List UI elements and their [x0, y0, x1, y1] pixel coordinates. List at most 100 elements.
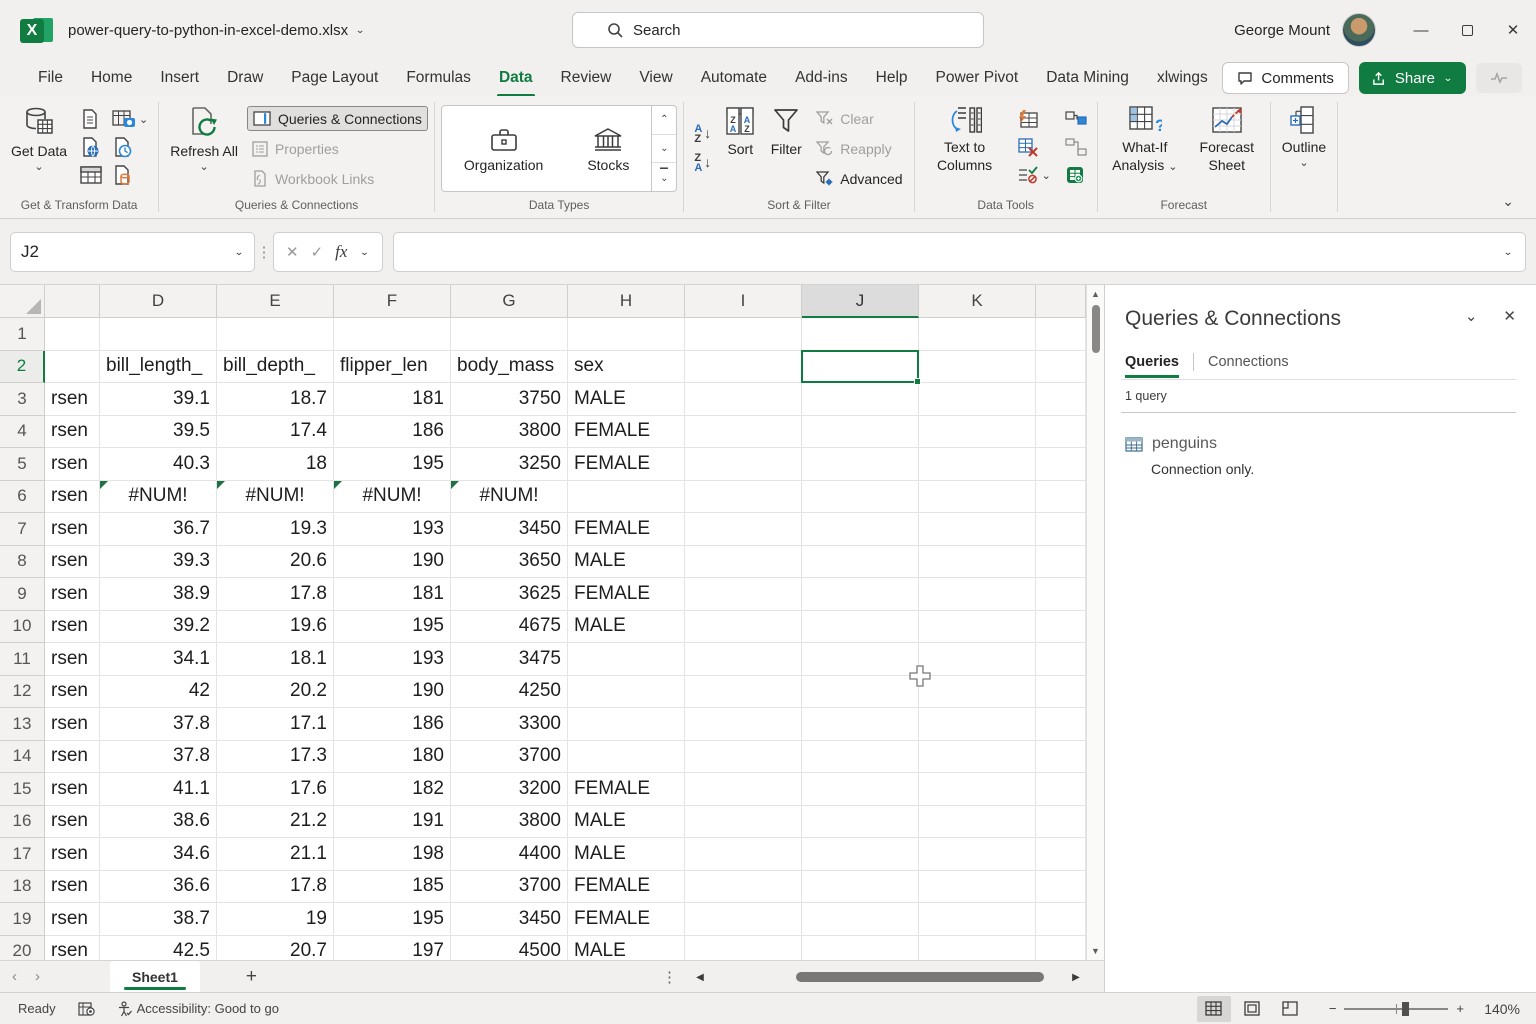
- column-header-I[interactable]: I: [685, 285, 802, 318]
- cell[interactable]: #NUM!: [334, 481, 451, 514]
- expand-formula-bar-icon[interactable]: ⌄: [1503, 246, 1513, 257]
- column-header-J[interactable]: J: [802, 285, 919, 318]
- cell[interactable]: [919, 936, 1036, 961]
- cell[interactable]: bill_depth_: [217, 351, 334, 384]
- from-web-button[interactable]: [80, 136, 102, 158]
- row-header-5[interactable]: 5: [0, 448, 45, 481]
- cell[interactable]: [919, 416, 1036, 449]
- cell[interactable]: [568, 741, 685, 774]
- cell[interactable]: MALE: [568, 838, 685, 871]
- cell[interactable]: rsen: [45, 773, 100, 806]
- cell[interactable]: FEMALE: [568, 416, 685, 449]
- cell[interactable]: [919, 903, 1036, 936]
- cell[interactable]: rsen: [45, 416, 100, 449]
- cell[interactable]: [802, 741, 919, 774]
- cell[interactable]: [919, 708, 1036, 741]
- cell[interactable]: 4500: [451, 936, 568, 961]
- cell[interactable]: rsen: [45, 546, 100, 579]
- cell[interactable]: 20.6: [217, 546, 334, 579]
- cell[interactable]: 19.6: [217, 611, 334, 644]
- activity-button[interactable]: [1476, 63, 1522, 93]
- cell[interactable]: [568, 708, 685, 741]
- cell[interactable]: [1036, 416, 1086, 449]
- cell[interactable]: 17.8: [217, 578, 334, 611]
- cell[interactable]: MALE: [568, 546, 685, 579]
- cell[interactable]: [919, 773, 1036, 806]
- cell[interactable]: 39.5: [100, 416, 217, 449]
- cell[interactable]: #NUM!: [217, 481, 334, 514]
- cell[interactable]: 17.8: [217, 871, 334, 904]
- gallery-up-button[interactable]: ⌃: [652, 106, 676, 135]
- cell[interactable]: 21.1: [217, 838, 334, 871]
- column-header-H[interactable]: H: [568, 285, 685, 318]
- cell[interactable]: 18.1: [217, 643, 334, 676]
- cell[interactable]: [685, 546, 802, 579]
- cell[interactable]: 3450: [451, 903, 568, 936]
- cell[interactable]: [1036, 838, 1086, 871]
- sort-descending-button[interactable]: ZA↓: [694, 153, 711, 174]
- from-table-range-button[interactable]: [80, 166, 102, 184]
- row-header-2[interactable]: 2: [0, 351, 45, 384]
- row-header-9[interactable]: 9: [0, 578, 45, 611]
- cell[interactable]: 20.2: [217, 676, 334, 709]
- cell[interactable]: 20.7: [217, 936, 334, 961]
- cell[interactable]: 3200: [451, 773, 568, 806]
- gallery-down-button[interactable]: ⌄: [652, 135, 676, 164]
- properties-button[interactable]: Properties: [247, 136, 428, 161]
- row-header-11[interactable]: 11: [0, 643, 45, 676]
- row-header-17[interactable]: 17: [0, 838, 45, 871]
- collapse-ribbon-button[interactable]: ⌄: [1502, 193, 1514, 210]
- scroll-left-icon[interactable]: ◀: [692, 972, 708, 983]
- cell[interactable]: 38.7: [100, 903, 217, 936]
- sheet-tab-menu[interactable]: ⋮: [662, 968, 677, 986]
- cell[interactable]: [685, 318, 802, 351]
- cell[interactable]: 193: [334, 643, 451, 676]
- cell[interactable]: rsen: [45, 611, 100, 644]
- cell[interactable]: 17.1: [217, 708, 334, 741]
- cell[interactable]: [1036, 578, 1086, 611]
- cell[interactable]: [685, 416, 802, 449]
- cell[interactable]: rsen: [45, 513, 100, 546]
- cell[interactable]: [1036, 773, 1086, 806]
- insert-function-button[interactable]: fx: [335, 242, 347, 262]
- cell[interactable]: [685, 838, 802, 871]
- cell[interactable]: 38.9: [100, 578, 217, 611]
- next-sheet-button[interactable]: ›: [23, 968, 52, 985]
- row-header-7[interactable]: 7: [0, 513, 45, 546]
- sheet-tab-sheet1[interactable]: Sheet1: [110, 961, 200, 992]
- cell[interactable]: rsen: [45, 871, 100, 904]
- queries-connections-button[interactable]: Queries & Connections: [247, 106, 428, 131]
- ribbon-tab-draw[interactable]: Draw: [213, 63, 277, 93]
- row-header-19[interactable]: 19: [0, 903, 45, 936]
- cell[interactable]: 3700: [451, 871, 568, 904]
- cell[interactable]: rsen: [45, 383, 100, 416]
- cell[interactable]: FEMALE: [568, 448, 685, 481]
- cell[interactable]: [802, 676, 919, 709]
- cell[interactable]: 3650: [451, 546, 568, 579]
- cell[interactable]: 17.6: [217, 773, 334, 806]
- row-header-6[interactable]: 6: [0, 481, 45, 514]
- tab-connections[interactable]: Connections: [1208, 354, 1289, 378]
- name-box[interactable]: J2 ⌄: [10, 232, 255, 272]
- cell[interactable]: 34.6: [100, 838, 217, 871]
- cell[interactable]: 18.7: [217, 383, 334, 416]
- ribbon-tab-data[interactable]: Data: [485, 63, 547, 93]
- cell[interactable]: rsen: [45, 481, 100, 514]
- row-header-4[interactable]: 4: [0, 416, 45, 449]
- row-header-15[interactable]: 15: [0, 773, 45, 806]
- cell[interactable]: [1036, 903, 1086, 936]
- ribbon-tab-file[interactable]: File: [24, 63, 77, 93]
- consolidate-button[interactable]: [1065, 110, 1087, 128]
- stocks-data-type-button[interactable]: Stocks: [565, 121, 651, 177]
- column-header-K[interactable]: K: [919, 285, 1036, 318]
- cell[interactable]: [334, 318, 451, 351]
- cell[interactable]: [919, 448, 1036, 481]
- page-break-preview-button[interactable]: [1273, 996, 1307, 1022]
- get-data-button[interactable]: Get Data ⌄: [4, 101, 74, 196]
- minimize-button[interactable]: —: [1398, 0, 1444, 60]
- cell[interactable]: 182: [334, 773, 451, 806]
- cell[interactable]: 181: [334, 383, 451, 416]
- sort-button[interactable]: ZAAZ Sort: [717, 101, 763, 196]
- cell[interactable]: [802, 448, 919, 481]
- cancel-entry-button[interactable]: ✕: [286, 243, 299, 261]
